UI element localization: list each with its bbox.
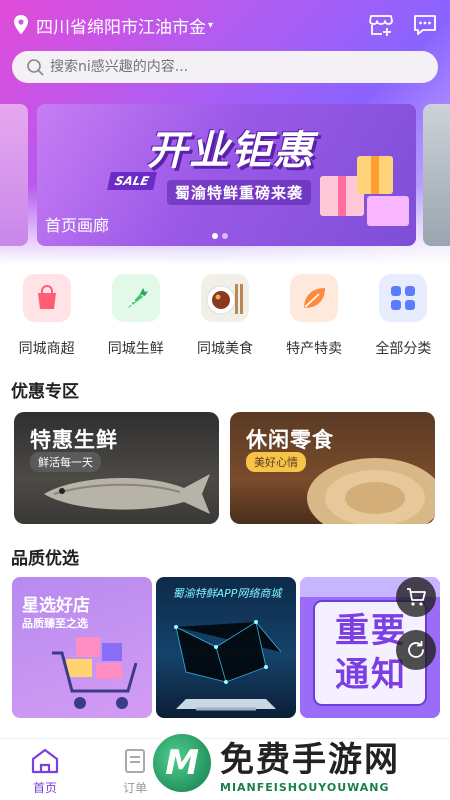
tab-home[interactable]: 首页: [0, 739, 90, 800]
cart-icon: [407, 588, 426, 606]
watermark-subtitle: MIANFEISHOUYOUWANG: [220, 781, 400, 794]
refresh-fab[interactable]: [396, 630, 436, 670]
category-label: 同城商超: [18, 341, 75, 357]
network-image: [174, 620, 282, 711]
tab-label: 订单: [122, 781, 147, 795]
banner-title: 开业钜惠: [147, 128, 315, 174]
section-title-quality: 品质优选: [11, 549, 79, 569]
watermark-logo: M: [150, 731, 214, 795]
tab-label: 首页: [32, 781, 57, 795]
search-bar[interactable]: [12, 51, 438, 83]
quality-card-app[interactable]: 蜀渝特鲜APP网络商城: [156, 577, 296, 718]
search-icon: [27, 59, 44, 76]
category-specialty[interactable]: 特产特卖: [271, 274, 357, 358]
category-label: 同城美食: [196, 341, 253, 357]
promo-card-tag: 美好心情: [246, 452, 306, 472]
watermark-text: 免费手游网 MIANFEISHOUYOUWANG: [220, 732, 400, 794]
snack-image: [307, 458, 435, 524]
cart-fab[interactable]: [396, 577, 436, 617]
banner-sale-tag: SALE: [107, 172, 157, 190]
food-plate-icon: [200, 274, 249, 322]
carrot-icon: [111, 274, 160, 322]
category-supermarket[interactable]: 同城商超: [4, 274, 90, 358]
order-icon: [125, 749, 145, 773]
promo-card-tag: 鲜活每一天: [30, 452, 101, 472]
refresh-icon: [408, 641, 424, 658]
banner-subtitle: 蜀渝特鲜重磅来袭: [167, 180, 312, 205]
shopping-cart-image: [52, 637, 138, 709]
shopping-bag-icon: [357, 156, 393, 194]
promo-card-title: 休闲零食: [246, 428, 334, 452]
leaf-icon: [290, 274, 339, 322]
carousel-dot-active[interactable]: [212, 233, 218, 239]
watermark-title: 免费手游网: [220, 740, 400, 780]
category-grid: 同城商超 同城生鲜 同城美食 特产特卖 全部分类: [0, 274, 450, 358]
quality-card-stores[interactable]: 星选好店 品质臻至之选: [12, 577, 152, 718]
promo-card-snacks[interactable]: 休闲零食 美好心情: [230, 412, 435, 524]
section-title-promo: 优惠专区: [11, 382, 79, 402]
banner-next-slide[interactable]: [423, 104, 450, 246]
chevron-down-icon[interactable]: ▾: [208, 20, 213, 31]
store-add-icon[interactable]: [368, 12, 394, 38]
category-label: 特产特卖: [286, 341, 343, 357]
category-fresh[interactable]: 同城生鲜: [93, 274, 179, 358]
top-bar: 四川省绵阳市江油市金 ▾: [0, 8, 450, 42]
location-text[interactable]: 四川省绵阳市江油市金: [36, 13, 206, 38]
category-label: 同城生鲜: [107, 341, 164, 357]
carousel-dot[interactable]: [222, 233, 228, 239]
quality-card-title: 蜀渝特鲜APP网络商城: [172, 587, 282, 600]
banner-carousel[interactable]: 开业钜惠 SALE 蜀渝特鲜重磅来袭 首页画廊: [37, 104, 416, 246]
fish-image: [44, 474, 210, 514]
watermark: M 免费手游网 MIANFEISHOUYOUWANG: [150, 726, 450, 800]
grid-icon: [379, 274, 428, 322]
promo-card-title: 特惠生鲜: [30, 428, 118, 452]
location-pin-icon[interactable]: [12, 14, 30, 36]
carousel-indicator: [212, 233, 228, 239]
home-icon: [31, 748, 59, 774]
banner-caption: 首页画廊: [45, 216, 110, 235]
top-icons: [368, 12, 438, 38]
shopping-bag-icon: [22, 274, 71, 322]
banner-prev-slide[interactable]: [0, 104, 28, 246]
message-icon[interactable]: [412, 12, 438, 38]
search-input[interactable]: [50, 59, 390, 75]
promo-card-fresh[interactable]: 特惠生鲜 鲜活每一天: [14, 412, 219, 524]
gift-box-icon: [367, 196, 409, 226]
category-label: 全部分类: [375, 341, 432, 357]
category-all[interactable]: 全部分类: [360, 274, 446, 358]
quality-card-title: 星选好店: [22, 596, 90, 616]
quality-card-subtitle: 品质臻至之选: [22, 617, 88, 630]
category-food[interactable]: 同城美食: [182, 274, 268, 358]
